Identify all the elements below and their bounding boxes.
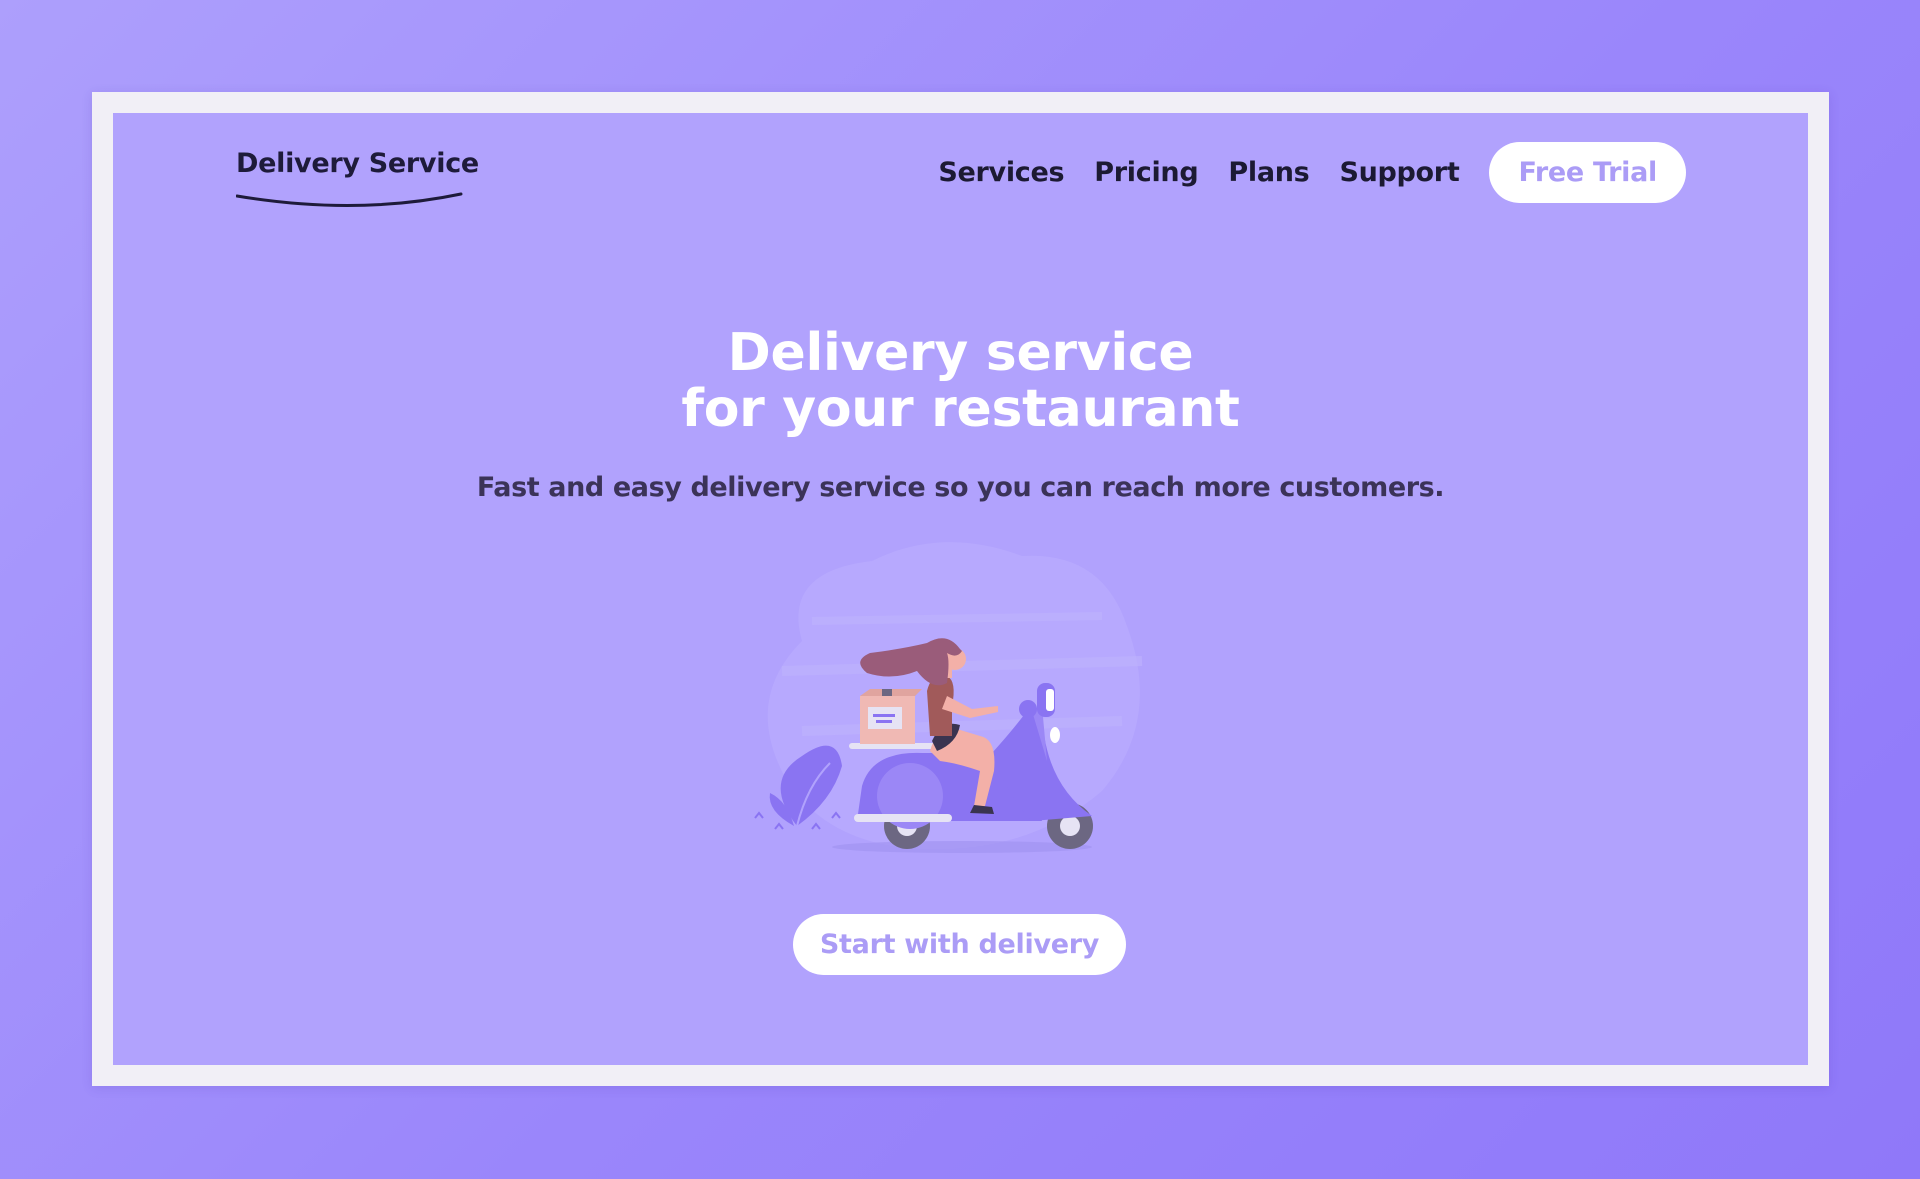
nav-link-pricing[interactable]: Pricing — [1094, 157, 1198, 188]
browser-frame: Delivery Service Services Pricing Plans … — [92, 92, 1829, 1086]
main-nav: Services Pricing Plans Support Free Tria… — [938, 141, 1686, 203]
logo-swoosh-icon — [236, 192, 463, 207]
nav-link-plans[interactable]: Plans — [1228, 157, 1309, 188]
free-trial-button[interactable]: Free Trial — [1489, 141, 1686, 203]
logo[interactable]: Delivery Service — [236, 148, 479, 218]
hero-title: Delivery service for your restaurant — [113, 325, 1808, 437]
hero-subtitle: Fast and easy delivery service so you ca… — [476, 472, 1445, 503]
hero-title-line-1: Delivery service — [727, 323, 1194, 383]
logo-text: Delivery Service — [236, 148, 479, 179]
start-delivery-button[interactable]: Start with delivery — [793, 914, 1126, 975]
landing-page: Delivery Service Services Pricing Plans … — [113, 113, 1808, 1065]
scooter-rider-illustration — [754, 542, 1143, 853]
nav-link-support[interactable]: Support — [1339, 157, 1459, 188]
hero-title-line-2: for your restaurant — [681, 379, 1240, 439]
nav-link-services[interactable]: Services — [938, 157, 1064, 188]
